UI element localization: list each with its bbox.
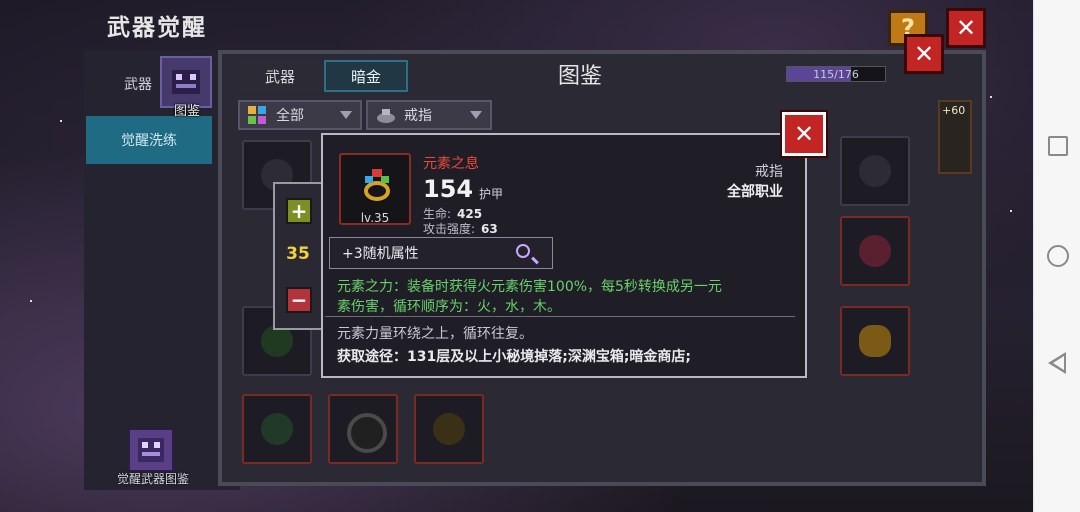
chevron-down-icon xyxy=(470,111,482,119)
codex-title: 图鉴 xyxy=(557,64,602,89)
awaken-codex-label: 觉醒武器图鉴 xyxy=(116,472,189,486)
progress-text: 115/176 xyxy=(813,67,859,81)
item-type: 戒指 xyxy=(755,164,783,180)
item-effect-line: 元素之力：装备时获得火元素伤害100%，每5秒转换成另一元 xyxy=(337,279,722,295)
item-detail-tooltip: lv.35 元素之息 154 护甲 生命: 425 攻击强度: 63 戒指 全部职业… xyxy=(321,133,807,378)
codex-thumb-label: 图鉴 xyxy=(173,104,200,119)
quantity-stepper: + 35 − xyxy=(273,182,323,330)
quantity-plus-button[interactable]: + xyxy=(286,198,312,224)
tab-dark-gold[interactable]: 暗金 xyxy=(324,60,408,92)
background-star xyxy=(30,300,32,302)
random-attribute-row[interactable]: +3随机属性 xyxy=(329,237,553,269)
category-filter-label: 全部 xyxy=(276,108,304,124)
close-icon: ✕ xyxy=(793,120,815,148)
item-slot-partial[interactable]: +60 xyxy=(938,100,972,174)
type-filter-label: 戒指 xyxy=(404,108,432,124)
close-icon: ✕ xyxy=(913,40,935,68)
item-class: 全部职业 xyxy=(727,184,783,200)
item-lore: 元素力量环绕之上，循环往复。 xyxy=(337,326,533,342)
item-slot[interactable] xyxy=(242,394,312,464)
armor-label: 护甲 xyxy=(479,187,504,201)
random-attribute-label: +3随机属性 xyxy=(342,246,419,262)
category-filter-dropdown[interactable]: 全部 xyxy=(238,100,362,130)
item-slot[interactable] xyxy=(840,306,910,376)
close-tooltip-button[interactable]: ✕ xyxy=(780,110,828,158)
locked-item-silhouette xyxy=(859,155,891,187)
back-icon[interactable] xyxy=(1048,352,1066,374)
item-slot[interactable] xyxy=(328,394,398,464)
item-slot[interactable] xyxy=(414,394,484,464)
stat-attack: 攻击强度: 63 xyxy=(423,220,498,237)
close-codex-button[interactable]: ✕ xyxy=(904,34,944,74)
recent-apps-icon[interactable] xyxy=(1048,136,1068,156)
awaken-window-title: 武器觉醒 xyxy=(107,15,207,41)
ring-item-icon xyxy=(859,325,891,357)
close-awaken-button[interactable]: ✕ xyxy=(946,8,986,48)
ring-item-icon xyxy=(261,413,293,445)
element-ring-icon xyxy=(364,169,390,201)
divider xyxy=(325,316,795,317)
background-star xyxy=(1010,210,1012,212)
item-effect-text: 元素之力：装备时获得火元素伤害100%，每5秒转换成另一元 素伤害，循环顺序为：… xyxy=(337,277,797,317)
quantity-value: 35 xyxy=(286,244,310,264)
stat-hp-value: 425 xyxy=(457,207,483,221)
item-slot[interactable] xyxy=(840,216,910,286)
ring-item-icon xyxy=(859,235,891,267)
type-filter-dropdown[interactable]: 戒指 xyxy=(366,100,492,130)
system-nav-bar xyxy=(1033,0,1080,512)
close-icon: ✕ xyxy=(955,14,977,42)
stat-attack-label: 攻击强度: xyxy=(423,222,476,236)
ring-type-icon xyxy=(376,106,395,124)
background-star xyxy=(990,96,992,98)
awaken-codex-book-icon[interactable] xyxy=(128,428,174,472)
item-icon-frame: lv.35 xyxy=(339,153,411,225)
tab-awaken-wash[interactable]: 觉醒洗练 xyxy=(86,116,212,164)
collection-progress-bar: 115/176 xyxy=(786,66,886,82)
upgrade-badge: +60 xyxy=(942,104,966,117)
stat-attack-value: 63 xyxy=(481,222,498,236)
magnifier-icon[interactable] xyxy=(516,244,530,258)
item-name: 元素之息 xyxy=(423,156,479,172)
tab-weapon[interactable]: 武器 xyxy=(238,60,322,92)
home-icon[interactable] xyxy=(1047,245,1069,267)
grid-color-icon xyxy=(248,106,266,124)
background-star xyxy=(60,120,62,122)
item-effect-line: 素伤害，循环顺序为：火，水，木。 xyxy=(337,299,561,315)
item-source: 获取途径：131层及以上小秘境掉落;深渊宝箱;暗金商店; xyxy=(337,349,692,365)
armor-value: 154 xyxy=(423,175,474,203)
quantity-minus-button[interactable]: − xyxy=(286,287,312,313)
item-level: lv.35 xyxy=(360,211,390,225)
ring-item-icon xyxy=(347,413,387,453)
item-slot[interactable] xyxy=(840,136,910,206)
ring-item-icon xyxy=(433,413,465,445)
chevron-down-icon xyxy=(340,111,352,119)
stat-hp-label: 生命: xyxy=(423,207,452,221)
